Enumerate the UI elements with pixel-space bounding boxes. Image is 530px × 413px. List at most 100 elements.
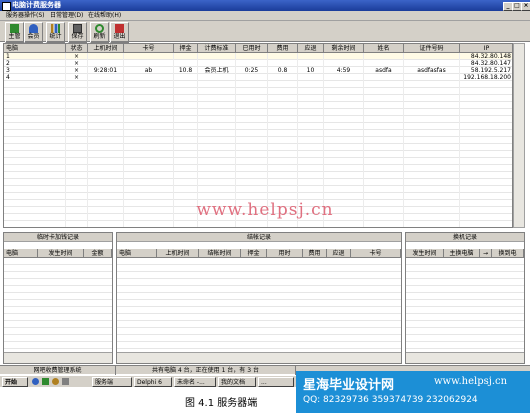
checkout-col-checkout-time[interactable]: 结帐时间 <box>199 249 241 258</box>
taskbar-item-untitled[interactable]: 未命名 -... <box>174 377 216 387</box>
cell-used-time <box>236 116 268 123</box>
cell-used-time <box>236 137 268 144</box>
table-row[interactable] <box>4 123 512 130</box>
table-row[interactable]: 3 × 9:28:01 ab 10.8 会员上机 0:25 0.8 10 4:59 asdfa asd… <box>4 67 512 74</box>
table-row[interactable] <box>4 158 512 165</box>
cell-ip <box>460 151 512 158</box>
checkout-records-list[interactable] <box>117 258 401 354</box>
table-row[interactable] <box>4 95 512 102</box>
cell-billing-standard <box>198 123 236 130</box>
table-row[interactable] <box>4 172 512 179</box>
exit-button[interactable]: 退出 <box>110 22 129 43</box>
cell-refund <box>298 130 324 137</box>
refresh-button[interactable]: 刷新 <box>90 22 109 43</box>
table-row[interactable]: 1 × 84.32.80.148 <box>4 53 512 60</box>
checkout-col-used-time[interactable]: 用时 <box>267 249 303 258</box>
cell-name <box>364 53 404 60</box>
checkout-scrollbar[interactable] <box>117 352 401 363</box>
column-header-refund[interactable]: 应退 <box>298 44 324 53</box>
cell-used-time <box>236 88 268 95</box>
table-row[interactable] <box>4 165 512 172</box>
menu-daily-management[interactable]: 日常管理(D) <box>50 12 83 20</box>
column-header-id-number[interactable]: 证件号码 <box>404 44 460 53</box>
start-button[interactable]: 开始 <box>2 377 28 387</box>
taskbar-item-more[interactable]: ... <box>258 377 294 387</box>
table-row[interactable] <box>4 137 512 144</box>
quicklaunch-browser-icon[interactable] <box>32 378 39 385</box>
checkout-col-deposit[interactable]: 押金 <box>241 249 267 258</box>
cell-deposit <box>174 158 198 165</box>
taskbar-item-delphi[interactable]: Delphi 6 <box>134 377 172 387</box>
switch-col-to-computer[interactable]: 换到电 <box>492 249 524 258</box>
column-header-start-time[interactable]: 上机时间 <box>88 44 124 53</box>
column-header-name[interactable]: 姓名 <box>364 44 404 53</box>
column-header-billing-standard[interactable]: 计费标准 <box>198 44 236 53</box>
cell-refund <box>298 151 324 158</box>
machine-switch-list[interactable] <box>406 258 524 354</box>
column-header-deposit[interactable]: 押金 <box>174 44 198 53</box>
table-row[interactable] <box>4 116 512 123</box>
table-row[interactable] <box>4 221 512 227</box>
close-button[interactable]: × <box>521 2 530 11</box>
column-header-fee[interactable]: 费用 <box>268 44 298 53</box>
cell-deposit <box>174 130 198 137</box>
table-row[interactable] <box>4 144 512 151</box>
cell-used-time <box>236 221 268 227</box>
checkout-col-computer[interactable]: 电脑 <box>117 249 157 258</box>
temp-card-col-amount[interactable]: 金额 <box>84 249 112 258</box>
quicklaunch-media-icon[interactable] <box>52 378 59 385</box>
save-button[interactable]: 保存 <box>68 22 87 43</box>
temp-card-recharge-list[interactable] <box>4 258 112 354</box>
table-row[interactable] <box>4 109 512 116</box>
temp-card-scrollbar[interactable] <box>4 352 112 363</box>
table-row[interactable] <box>4 193 512 200</box>
switch-col-arrow[interactable]: → <box>480 249 492 258</box>
checkout-col-card-number[interactable]: 卡号 <box>351 249 401 258</box>
cell-used-time <box>236 81 268 88</box>
menu-online-help[interactable]: 在线帮助(H) <box>88 12 121 20</box>
table-row[interactable] <box>4 102 512 109</box>
quicklaunch-desktop-icon[interactable] <box>42 378 49 385</box>
quicklaunch-folder-icon[interactable] <box>62 378 69 385</box>
table-row[interactable]: 4 × 192.168.18.200 <box>4 74 512 81</box>
column-header-ip[interactable]: IP <box>460 44 512 53</box>
column-header-remaining-time[interactable]: 剩余时间 <box>324 44 364 53</box>
statistics-button[interactable]: 统计 <box>46 22 65 43</box>
column-header-used-time[interactable]: 已用时 <box>236 44 268 53</box>
cell-refund <box>298 186 324 193</box>
temp-card-col-computer[interactable]: 电脑 <box>4 249 38 258</box>
cell-card-number <box>124 123 174 130</box>
cell-card-number <box>124 179 174 186</box>
taskbar-item-server[interactable]: 服务端 <box>92 377 132 387</box>
cell-card-number: ab <box>124 67 174 74</box>
column-header-status[interactable]: 状态 <box>66 44 88 53</box>
checkout-col-refund[interactable]: 应退 <box>327 249 351 258</box>
column-header-computer[interactable]: 电脑 <box>4 44 66 53</box>
toolbar: 主管 会员 统计 保存 刷新 退出 <box>0 21 530 43</box>
taskbar-item-my-documents[interactable]: 我的文档 <box>218 377 256 387</box>
cell-name <box>364 102 404 109</box>
checkout-records-title: 结帐记录 <box>117 233 401 242</box>
manager-button[interactable]: 主管 <box>5 22 24 43</box>
table-row[interactable] <box>4 186 512 193</box>
cell-deposit <box>174 193 198 200</box>
cell-card-number <box>124 137 174 144</box>
checkout-col-start-time[interactable]: 上机时间 <box>157 249 199 258</box>
table-row[interactable] <box>4 88 512 95</box>
table-row[interactable] <box>4 81 512 88</box>
table-row[interactable] <box>4 179 512 186</box>
menu-server-operations[interactable]: 服务器操作(S) <box>6 12 45 20</box>
table-row[interactable] <box>4 130 512 137</box>
switch-col-time[interactable]: 发生时间 <box>406 249 444 258</box>
machine-switch-scrollbar[interactable] <box>406 352 524 363</box>
cell-computer <box>4 88 66 95</box>
table-row[interactable] <box>4 151 512 158</box>
temp-card-col-time[interactable]: 发生时间 <box>38 249 84 258</box>
column-header-card-number[interactable]: 卡号 <box>124 44 174 53</box>
cell-refund <box>298 158 324 165</box>
checkout-col-fee[interactable]: 费用 <box>303 249 327 258</box>
switch-col-from-computer[interactable]: 主换电脑 <box>444 249 480 258</box>
cell-fee <box>268 95 298 102</box>
member-button[interactable]: 会员 <box>24 22 43 43</box>
table-row[interactable]: 2 × 84.32.80.147 <box>4 60 512 67</box>
